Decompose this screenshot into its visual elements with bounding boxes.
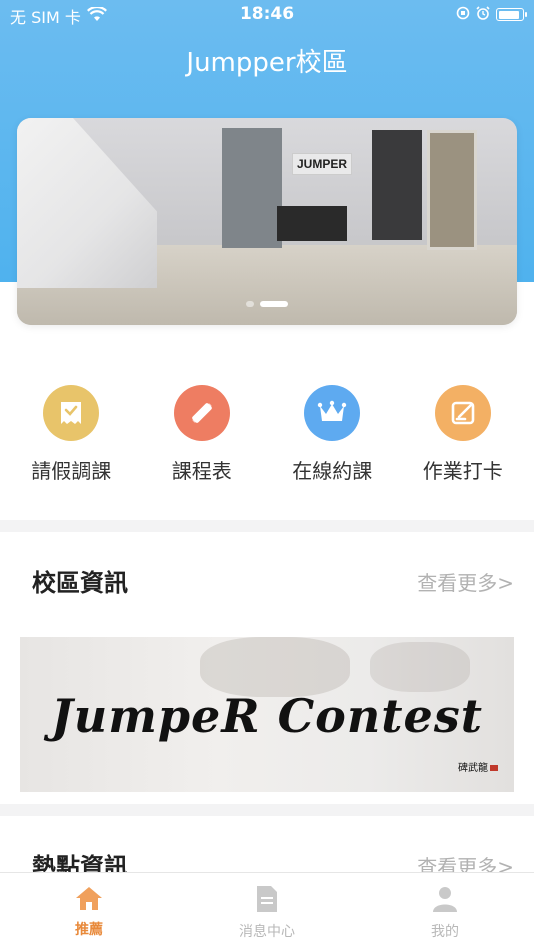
tab-recommend[interactable]: 推薦: [0, 873, 178, 950]
home-icon: [0, 885, 178, 915]
menu-label-schedule: 課程表: [171, 459, 232, 483]
crown-icon: [304, 385, 361, 441]
menu-label-leave: 請假調課: [31, 459, 112, 483]
card-background-figure: [200, 637, 350, 697]
contest-seal-text: 碑武龍: [458, 763, 488, 774]
orientation-lock-icon: [456, 5, 470, 24]
status-bar: 无 SIM 卡 18:46: [0, 0, 534, 28]
menu-item-leave[interactable]: 請假調課: [6, 382, 136, 492]
carousel-dot[interactable]: [246, 301, 254, 307]
alarm-icon: [476, 5, 490, 24]
card-background-figure: [370, 642, 470, 692]
carousel-dot-active[interactable]: [260, 301, 288, 307]
tab-label-messages: 消息中心: [239, 924, 295, 940]
menu-item-schedule[interactable]: 課程表: [137, 382, 267, 492]
campus-news-header: 校區資訊 查看更多>: [0, 563, 534, 613]
menu-item-homework[interactable]: 作業打卡: [398, 382, 528, 492]
pencil-ruler-icon: [173, 385, 230, 441]
tab-profile[interactable]: 我的: [356, 873, 534, 950]
leave-ticket-icon: [43, 385, 100, 441]
edit-note-icon: [434, 385, 491, 441]
quick-menu: 請假調課 課程表 在線約課 作業打卡: [0, 382, 534, 492]
banner-reception-desk: [277, 206, 347, 241]
menu-label-booking: 在線約課: [292, 459, 373, 483]
tab-label-recommend: 推薦: [75, 922, 103, 938]
battery-fill: [498, 10, 519, 19]
menu-item-booking[interactable]: 在線約課: [267, 382, 397, 492]
section-divider: [0, 804, 534, 816]
section-divider: [0, 520, 534, 532]
tab-messages[interactable]: 消息中心: [178, 873, 356, 950]
page-title: Jumpper校區: [186, 48, 348, 78]
tab-label-profile: 我的: [431, 924, 459, 940]
banner-wall-panel: [372, 130, 422, 240]
person-icon: [356, 885, 534, 917]
contest-brand-text: JumpeR Contest: [51, 689, 483, 743]
carousel-indicator: [17, 301, 517, 307]
document-icon: [178, 885, 356, 917]
banner-stairs: [17, 118, 157, 288]
banner-logo-sign: JUMPER: [292, 153, 352, 175]
menu-label-homework: 作業打卡: [422, 459, 503, 483]
contest-seal: 碑武龍: [458, 759, 498, 774]
banner-door: [427, 130, 477, 250]
campus-news-title: 校區資訊: [32, 569, 128, 597]
campus-news-more-link[interactable]: 查看更多>: [417, 567, 514, 596]
campus-news-card[interactable]: JumpeR Contest 碑武龍: [20, 637, 514, 792]
banner-shelf: [222, 128, 282, 248]
battery-icon: [496, 8, 527, 21]
status-right: [456, 5, 527, 24]
bottom-tab-bar: 推薦 消息中心 我的: [0, 872, 534, 950]
status-time: 18:46: [239, 4, 295, 24]
banner-carousel[interactable]: JUMPER: [17, 118, 517, 325]
